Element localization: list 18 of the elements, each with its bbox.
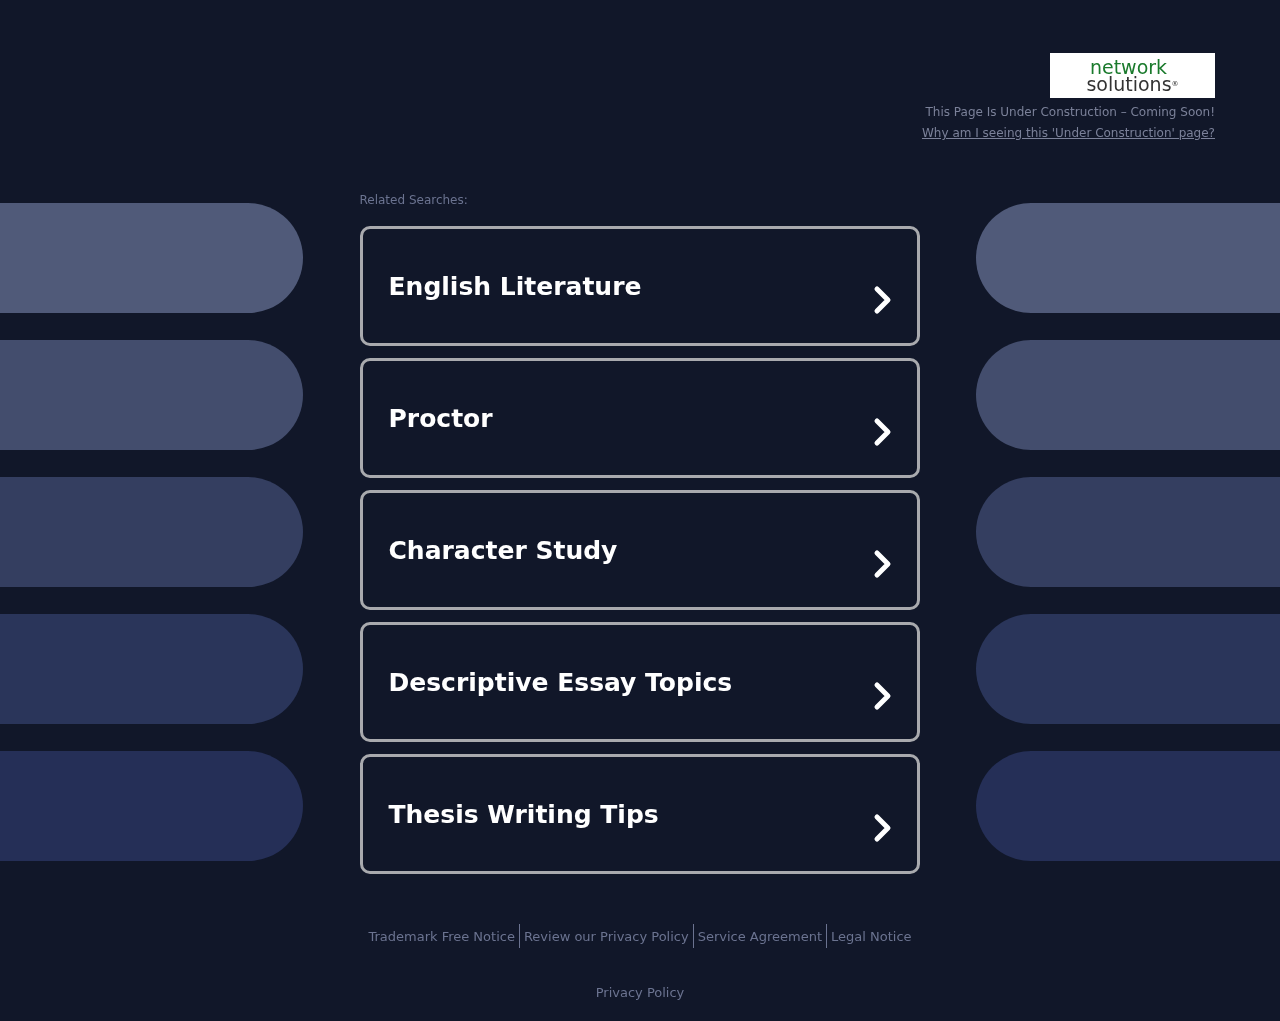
chevron-icon [872,285,893,315]
chevron-icon [872,813,893,843]
search-link[interactable]: English Literature [359,226,920,346]
footer-link[interactable]: Review our Privacy Policy [519,928,693,944]
search-link[interactable]: Thesis Writing Tips [359,754,920,874]
related-searches-label: Related Searches: [359,193,469,209]
privacy-policy-link[interactable]: Privacy Policy [595,985,685,1000]
footer-link[interactable]: Legal Notice [827,928,916,944]
footer-link[interactable]: Service Agreement [693,928,827,944]
search-link[interactable]: Proctor [359,358,920,478]
search-link[interactable]: Character Study [359,490,920,610]
under-construction-notice: This Page Is Under Construction – Coming Soon! [925,105,1215,119]
why-link[interactable]: Why am I seeing this 'Under Construction' page? [922,126,1215,140]
chevron-icon [872,417,893,447]
chevron-icon [872,681,893,711]
chevron-icon [872,549,893,579]
search-link[interactable]: Descriptive Essay Topics [359,622,920,742]
footer-link[interactable]: Trademark Free Notice [364,928,519,944]
